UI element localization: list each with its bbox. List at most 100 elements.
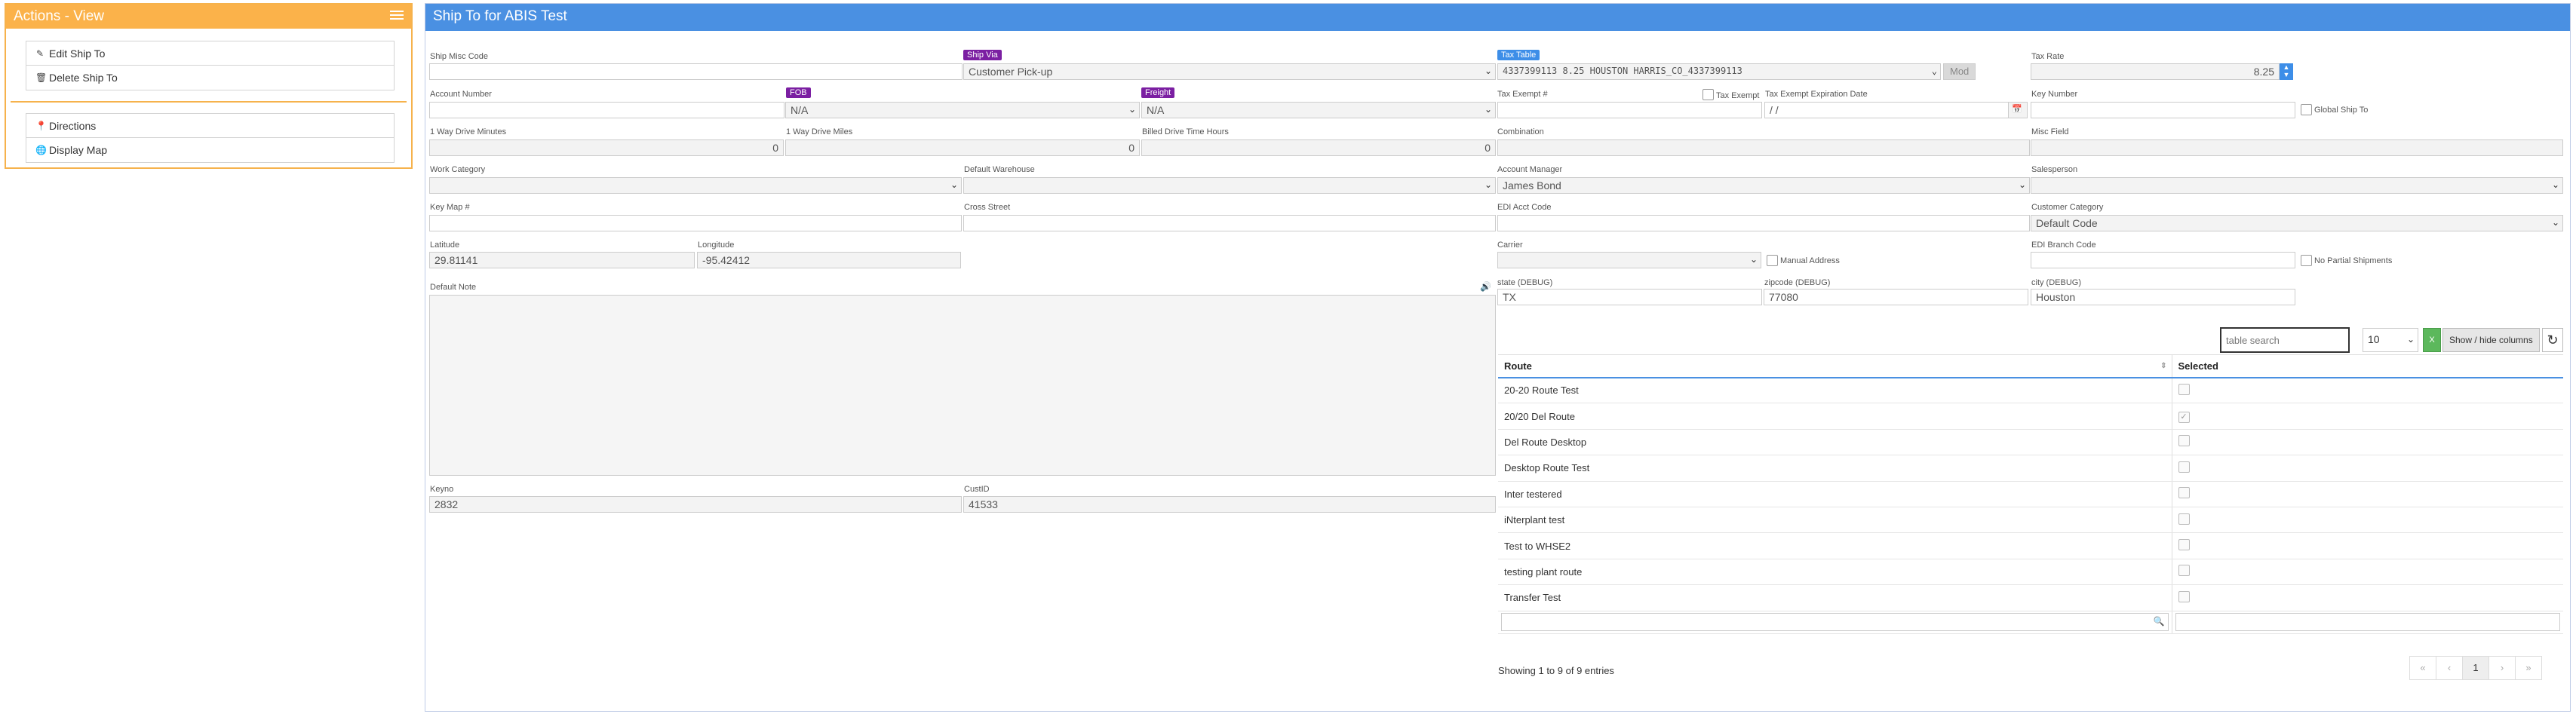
zipcode-debug-input[interactable]: 77080: [1764, 289, 2028, 305]
search-icon: 🔍: [2153, 616, 2165, 627]
selected-cell: [2171, 532, 2563, 559]
freight-select[interactable]: N/A ⌄: [1141, 102, 1496, 118]
table-row[interactable]: Transfer Test: [1498, 584, 2563, 611]
key-map-input[interactable]: [429, 215, 962, 231]
route-filter-input[interactable]: 🔍: [1501, 613, 2169, 632]
table-search-input[interactable]: [2220, 327, 2350, 353]
cross-street-input[interactable]: [963, 215, 1496, 231]
route-cell: testing plant route: [1498, 559, 2172, 586]
selected-cell: [2171, 429, 2563, 456]
calendar-icon[interactable]: 📅: [2008, 102, 2028, 118]
no-partial-shipments-checkbox[interactable]: [2301, 255, 2312, 266]
selected-checkbox[interactable]: [2178, 590, 2190, 602]
pager-prev[interactable]: ‹: [2436, 656, 2463, 680]
global-ship-to-checkbox[interactable]: [2301, 104, 2312, 115]
speaker-icon[interactable]: 🔊: [1480, 281, 1491, 292]
latitude-input[interactable]: 29.81141: [429, 252, 695, 268]
route-cell: Inter testered: [1498, 481, 2172, 507]
state-debug-input[interactable]: TX: [1497, 289, 1762, 305]
account-manager-select[interactable]: James Bond ⌄: [1497, 177, 2030, 194]
table-row[interactable]: iNterplant test: [1498, 507, 2563, 534]
billed-drive-hours-input[interactable]: 0: [1141, 139, 1496, 156]
show-hide-columns-button[interactable]: Show / hide columns: [2442, 328, 2540, 352]
page-length-select[interactable]: 10 ⌄: [2363, 328, 2418, 352]
tax-table-mod-button[interactable]: Mod: [1943, 63, 1976, 80]
selected-checkbox[interactable]: [2178, 565, 2190, 577]
table-row[interactable]: Desktop Route Test: [1498, 455, 2563, 482]
selected-checkbox[interactable]: [2178, 513, 2190, 525]
edi-acct-code-input[interactable]: [1497, 215, 2030, 231]
selected-checkbox[interactable]: [2178, 383, 2190, 395]
edi-branch-code-input[interactable]: [2031, 252, 2295, 268]
selected-checkbox[interactable]: [2178, 461, 2190, 473]
key-number-input[interactable]: [2031, 102, 2295, 118]
customer-category-select[interactable]: Default Code ⌄: [2031, 215, 2563, 231]
route-column-header[interactable]: Route ⇕: [1498, 354, 2172, 378]
selected-cell: [2171, 507, 2563, 534]
trash-icon: 🗑: [35, 72, 48, 83]
misc-field-input[interactable]: [2031, 139, 2563, 156]
work-category-select[interactable]: ⌄: [429, 177, 962, 194]
longitude-input[interactable]: -95.42412: [697, 252, 961, 268]
tax-exempt-num-label: Tax Exempt #: [1497, 90, 1548, 99]
tax-exempt-exp-input[interactable]: / /: [1764, 102, 2011, 118]
selected-checkbox[interactable]: [2178, 487, 2190, 499]
tax-exempt-num-input[interactable]: [1497, 102, 1762, 118]
table-row[interactable]: testing plant route: [1498, 559, 2563, 586]
edit-ship-to-action[interactable]: ✎ Edit Ship To: [26, 41, 394, 66]
tax-table-select[interactable]: 4337399113 8.25 HOUSTON HARRIS_CO_433739…: [1497, 63, 1941, 80]
city-debug-input[interactable]: Houston: [2031, 289, 2295, 305]
route-cell: Transfer Test: [1498, 584, 2172, 611]
pager-next[interactable]: ›: [2488, 656, 2516, 680]
tax-exempt-checkbox[interactable]: [1702, 89, 1714, 100]
pager-last[interactable]: »: [2515, 656, 2542, 680]
custid-label: CustID: [964, 485, 990, 494]
pager-page-1[interactable]: 1: [2462, 656, 2489, 680]
manual-address-checkbox[interactable]: [1767, 255, 1778, 266]
account-manager-value: James Bond: [1503, 179, 1561, 192]
selected-checkbox[interactable]: [2178, 435, 2190, 447]
ship-via-select[interactable]: Customer Pick-up ⌄: [963, 63, 1496, 80]
tax-rate-spinner[interactable]: ▲ ▼: [2280, 63, 2293, 80]
refresh-icon[interactable]: ↻: [2542, 328, 2563, 352]
selected-filter-input[interactable]: [2175, 613, 2560, 632]
selected-cell: [2171, 559, 2563, 586]
tax-rate-input[interactable]: 8.25: [2031, 63, 2280, 80]
export-excel-icon[interactable]: X: [2423, 328, 2441, 352]
pager-first[interactable]: «: [2409, 656, 2436, 680]
drive-minutes-input[interactable]: 0: [429, 139, 784, 156]
actions-title: Actions - View: [14, 8, 105, 24]
latitude-label: Latitude: [430, 241, 460, 250]
custid-input[interactable]: 41533: [963, 496, 1496, 513]
table-row[interactable]: 20-20 Route Test: [1498, 377, 2563, 404]
table-row[interactable]: 20/20 Del Route ✓: [1498, 403, 2563, 430]
display-map-action[interactable]: 🌐 Display Map: [26, 138, 394, 162]
account-number-input[interactable]: [429, 102, 784, 118]
default-note-textarea[interactable]: [429, 295, 1496, 476]
table-row[interactable]: Del Route Desktop: [1498, 429, 2563, 456]
selected-cell: [2171, 584, 2563, 611]
default-warehouse-select[interactable]: ⌄: [963, 177, 1496, 194]
drive-miles-input[interactable]: 0: [785, 139, 1140, 156]
directions-action[interactable]: 📍 Directions: [26, 114, 394, 138]
salesperson-select[interactable]: ⌄: [2031, 177, 2563, 194]
default-note-label: Default Note: [430, 283, 477, 292]
chevron-down-icon: ⌄: [2551, 179, 2559, 190]
page-title: Ship To for ABIS Test: [433, 8, 567, 24]
table-row[interactable]: Inter testered: [1498, 481, 2563, 507]
carrier-label: Carrier: [1497, 241, 1523, 250]
combination-input[interactable]: [1497, 139, 2030, 156]
fob-select[interactable]: N/A ⌄: [785, 102, 1140, 118]
table-row[interactable]: Test to WHSE2: [1498, 532, 2563, 559]
ship-misc-code-input[interactable]: [429, 63, 963, 80]
selected-checkbox[interactable]: ✓: [2178, 411, 2190, 423]
fob-label: FOB: [786, 87, 811, 98]
delete-ship-to-action[interactable]: 🗑 Delete Ship To: [26, 66, 394, 90]
selected-column-header[interactable]: Selected: [2171, 354, 2563, 378]
key-number-label: Key Number: [2031, 90, 2078, 99]
carrier-select[interactable]: ⌄: [1497, 252, 1761, 268]
keyno-input[interactable]: 2832: [429, 496, 962, 513]
hamburger-menu-icon[interactable]: [390, 11, 404, 21]
selected-checkbox[interactable]: [2178, 539, 2190, 551]
zipcode-debug-label: zipcode (DEBUG): [1764, 278, 1831, 287]
